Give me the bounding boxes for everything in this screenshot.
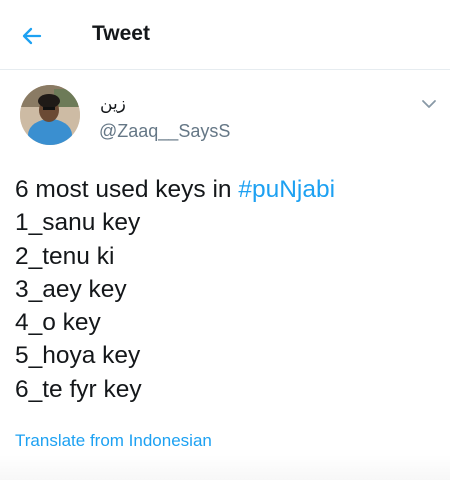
avatar-image bbox=[20, 85, 80, 145]
tweet-options-button[interactable] bbox=[418, 95, 440, 113]
tweet-line-1: 6 most used keys in #puNjabi bbox=[15, 173, 335, 206]
arrow-left-icon bbox=[22, 27, 42, 45]
back-button[interactable] bbox=[14, 18, 50, 54]
tweet-text: 6 most used keys in #puNjabi 1_sanu key … bbox=[15, 173, 335, 406]
hashtag-link[interactable]: #puNjabi bbox=[238, 176, 335, 203]
tweet-line: 2_tenu ki bbox=[15, 242, 115, 270]
tweet-line: 6_te fyr key bbox=[15, 375, 142, 403]
avatar[interactable] bbox=[20, 85, 80, 145]
tweet-line: 3_aey key bbox=[15, 275, 127, 303]
page-title: Tweet bbox=[92, 22, 150, 45]
translate-link[interactable]: Translate from Indonesian bbox=[15, 431, 212, 451]
author-display-name[interactable]: زین bbox=[100, 94, 126, 114]
chevron-down-icon bbox=[422, 100, 436, 108]
top-bar: Tweet bbox=[0, 0, 450, 70]
author-handle[interactable]: @Zaaq__SaysS bbox=[99, 121, 230, 142]
tweet-line: 1_sanu key bbox=[15, 209, 141, 237]
tweet-first-line-text: 6 most used keys in bbox=[15, 176, 239, 203]
tweet-line: 4_o key bbox=[15, 309, 101, 337]
tweet-line: 5_hoya key bbox=[15, 342, 141, 370]
bottom-fade bbox=[0, 455, 450, 480]
